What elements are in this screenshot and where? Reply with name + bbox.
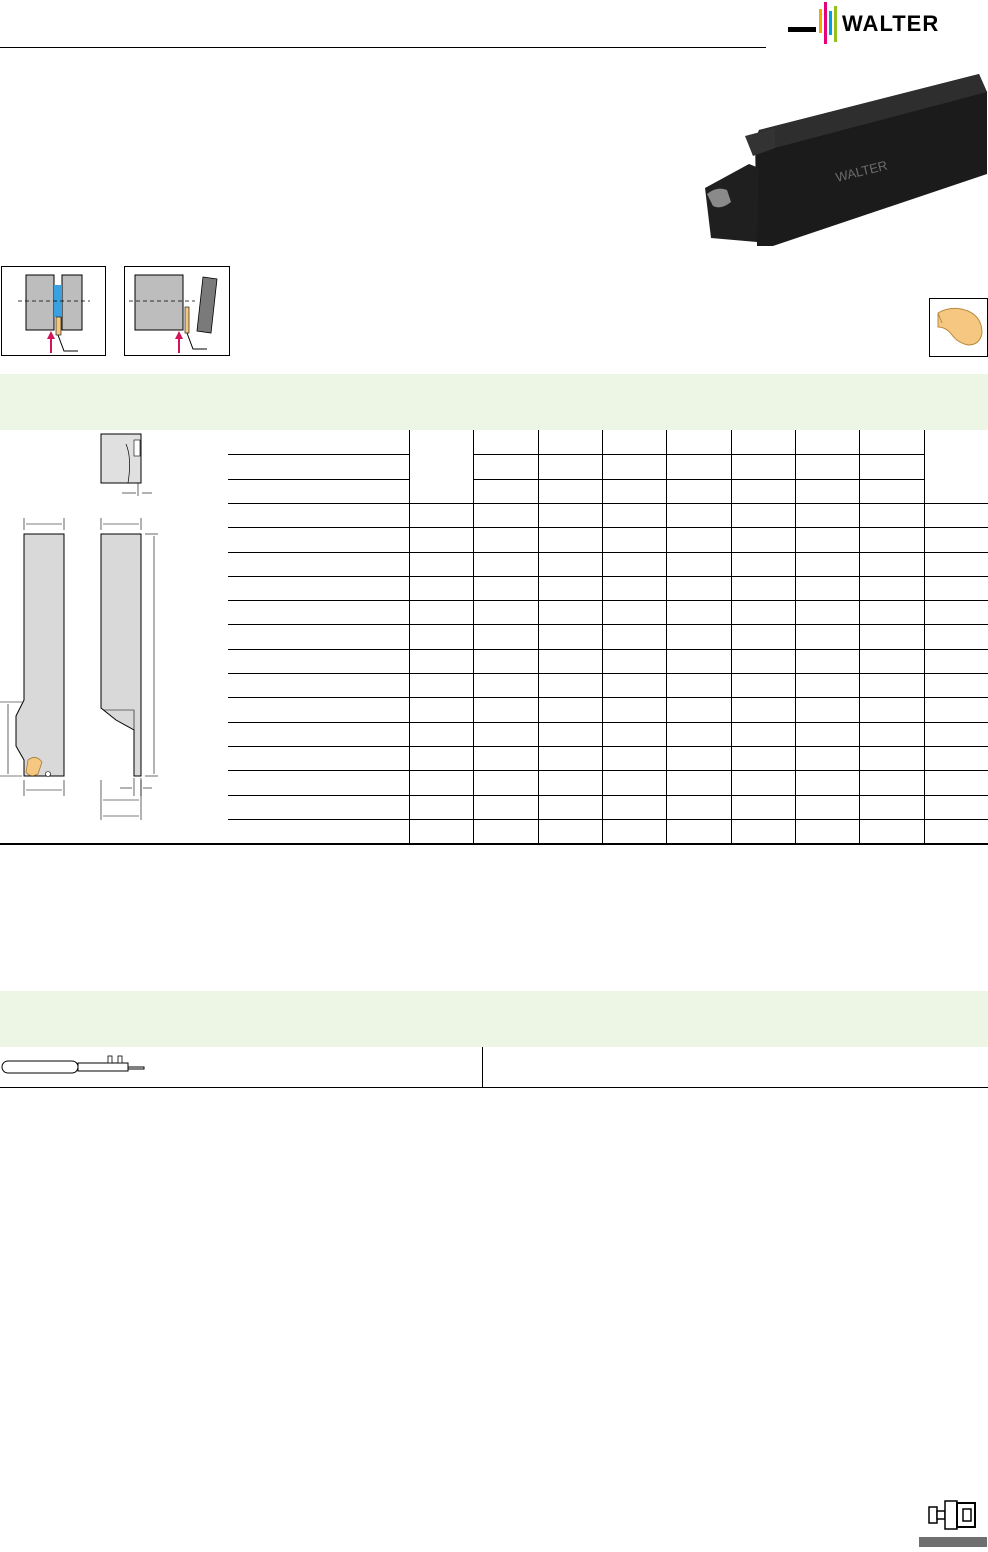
brand-name: WALTER — [842, 11, 939, 36]
tool-holder-section-icon[interactable] — [919, 1493, 987, 1547]
table-bottom-rule — [0, 843, 988, 845]
grooving-insert-icon — [929, 298, 988, 357]
parting-off-diagram-icon — [124, 266, 230, 356]
clamping-key-icon — [1, 1055, 145, 1074]
dimension-drawings — [0, 433, 158, 820]
product-photo: WALTER — [705, 74, 987, 246]
accessories-section-band — [0, 991, 988, 1047]
grooving-diagram-icon — [1, 266, 106, 356]
spec-table — [228, 430, 988, 844]
header-rule — [0, 47, 766, 48]
product-section-band — [0, 374, 988, 430]
walter-logo: WALTER — [788, 2, 939, 44]
accessory-divider — [482, 1047, 483, 1087]
